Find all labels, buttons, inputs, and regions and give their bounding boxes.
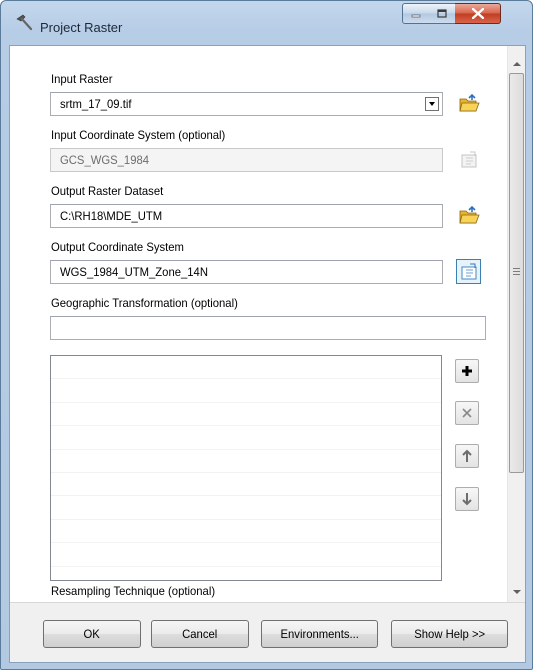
- minimize-icon: [411, 14, 421, 17]
- arrow-up-icon: [462, 449, 472, 462]
- dialog-window: Project Raster Input Raster srtm_17_09.t…: [0, 0, 533, 670]
- close-icon: [471, 8, 484, 19]
- properties-icon: [461, 151, 476, 167]
- scroll-thumb[interactable]: [509, 73, 524, 473]
- move-down-button[interactable]: [455, 487, 479, 511]
- maximize-button[interactable]: [429, 3, 456, 24]
- add-row-button[interactable]: [455, 359, 479, 383]
- input-cs-value: GCS_WGS_1984: [60, 153, 150, 167]
- cancel-button-label: Cancel: [182, 627, 218, 641]
- arrow-down-icon: [462, 493, 472, 506]
- minimize-button[interactable]: [402, 3, 430, 24]
- scroll-up-icon[interactable]: [513, 62, 521, 66]
- list-item[interactable]: [51, 496, 441, 520]
- x-icon: [462, 408, 472, 418]
- browse-output-raster-button[interactable]: [456, 203, 481, 228]
- open-folder-icon: [458, 93, 480, 111]
- geo-transform-field[interactable]: [50, 316, 486, 340]
- hammer-icon: [16, 14, 33, 31]
- close-button[interactable]: [455, 3, 501, 24]
- properties-icon: [461, 263, 476, 279]
- list-item[interactable]: [51, 379, 441, 403]
- remove-row-button[interactable]: [455, 401, 479, 425]
- input-cs-label: Input Coordinate System (optional): [51, 128, 226, 142]
- title-bar[interactable]: Project Raster: [1, 1, 532, 45]
- list-item[interactable]: [51, 403, 441, 427]
- ok-button-label: OK: [83, 627, 101, 641]
- plus-icon: [462, 366, 472, 376]
- parameters-panel: Input Raster srtm_17_09.tif Input Coordi…: [10, 46, 507, 602]
- input-cs-field: GCS_WGS_1984: [50, 148, 443, 172]
- resampling-label: Resampling Technique (optional): [51, 584, 216, 598]
- scroll-down-icon[interactable]: [513, 590, 521, 594]
- output-cs-value: WGS_1984_UTM_Zone_14N: [60, 265, 208, 279]
- list-item[interactable]: [51, 426, 441, 450]
- open-folder-icon: [458, 205, 480, 223]
- list-item[interactable]: [51, 473, 441, 497]
- output-raster-value: C:\RH18\MDE_UTM: [60, 209, 163, 223]
- vertical-scrollbar[interactable]: [507, 46, 525, 602]
- footer-divider: [10, 602, 525, 603]
- environments-button-label: Environments...: [280, 627, 359, 641]
- window-title: Project Raster: [40, 20, 123, 35]
- show-help-button[interactable]: Show Help >>: [391, 620, 508, 648]
- chevron-down-icon[interactable]: [425, 97, 439, 111]
- browse-input-raster-button[interactable]: [456, 91, 481, 116]
- move-up-button[interactable]: [455, 444, 479, 468]
- input-raster-value: srtm_17_09.tif: [60, 97, 132, 111]
- list-item[interactable]: [51, 450, 441, 473]
- input-raster-label: Input Raster: [51, 72, 113, 86]
- input-cs-properties-button: [456, 147, 481, 172]
- output-raster-field[interactable]: C:\RH18\MDE_UTM: [50, 204, 443, 228]
- list-item[interactable]: [51, 543, 441, 567]
- output-cs-label: Output Coordinate System: [51, 240, 184, 254]
- cancel-button[interactable]: Cancel: [151, 620, 249, 648]
- grip-icon: [513, 268, 520, 277]
- ok-button[interactable]: OK: [43, 620, 141, 648]
- list-item[interactable]: [51, 520, 441, 544]
- transform-listbox[interactable]: [50, 355, 442, 581]
- geo-transform-label: Geographic Transformation (optional): [51, 296, 238, 310]
- maximize-icon: [437, 9, 447, 18]
- dialog-client-area: Input Raster srtm_17_09.tif Input Coordi…: [9, 45, 526, 663]
- output-cs-properties-button[interactable]: [456, 259, 481, 284]
- input-raster-combobox[interactable]: srtm_17_09.tif: [50, 92, 443, 116]
- environments-button[interactable]: Environments...: [261, 620, 378, 648]
- output-raster-label: Output Raster Dataset: [51, 184, 164, 198]
- show-help-button-label: Show Help >>: [414, 627, 485, 641]
- output-cs-field[interactable]: WGS_1984_UTM_Zone_14N: [50, 260, 443, 284]
- list-item[interactable]: [51, 356, 441, 380]
